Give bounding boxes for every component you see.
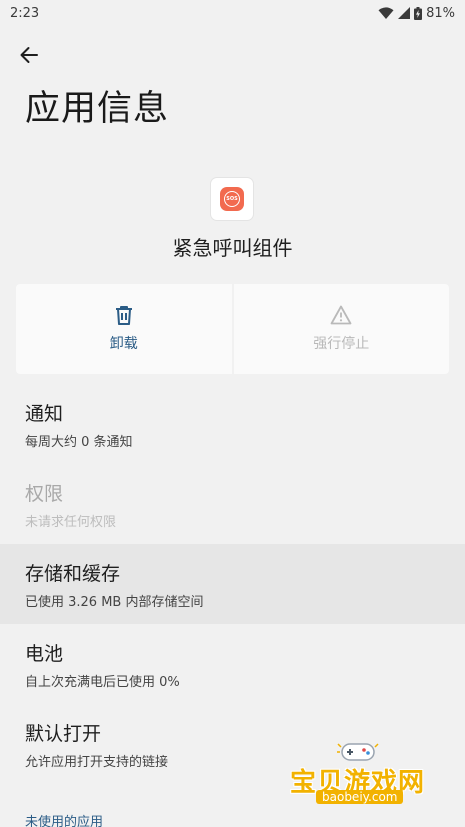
trash-icon: [115, 306, 132, 325]
force-stop-label: 强行停止: [313, 336, 370, 352]
arrow-left-icon: [20, 47, 38, 63]
force-stop-button[interactable]: 强行停止: [233, 284, 449, 374]
wifi-icon: [378, 6, 394, 19]
status-bar: 2:23 81%: [0, 0, 465, 26]
sos-icon: SOS: [220, 187, 244, 211]
status-time: 2:23: [10, 5, 40, 21]
app-icon: SOS: [211, 178, 253, 220]
item-subtitle: 已使用 3.26 MB 内部存储空间: [25, 594, 204, 610]
item-subtitle: 未请求任何权限: [25, 514, 117, 530]
app-icon-label: SOS: [224, 191, 240, 207]
item-title: 权限: [25, 482, 64, 505]
app-info-screen: 2:23 81% 应用信息 SOS 紧急呼叫组件 卸载 强行停止 通知 每周大约…: [0, 0, 465, 827]
item-subtitle: 自上次充满电后已使用 0%: [25, 674, 180, 690]
battery-charging-icon: [414, 6, 423, 20]
item-subtitle: 每周大约 0 条通知: [25, 434, 133, 450]
app-name: 紧急呼叫组件: [172, 236, 293, 260]
action-buttons: 卸载 强行停止: [16, 284, 449, 374]
unused-apps-header: 未使用的应用: [25, 815, 104, 827]
gamepad-icon: [337, 743, 379, 761]
cellular-signal-icon: [398, 7, 411, 19]
watermark-url: baobeiy.com: [316, 790, 404, 804]
watermark-logo: 宝贝游戏网 baobeiy.com: [284, 740, 444, 820]
item-title: 存储和缓存: [25, 562, 121, 585]
battery-percent: 81%: [426, 5, 455, 21]
storage-cache-item[interactable]: 存储和缓存 已使用 3.26 MB 内部存储空间: [0, 544, 465, 624]
permissions-item: 权限 未请求任何权限: [0, 464, 465, 544]
battery-item[interactable]: 电池 自上次充满电后已使用 0%: [0, 624, 465, 704]
item-title: 电池: [25, 642, 64, 665]
uninstall-button[interactable]: 卸载: [16, 284, 232, 374]
item-title: 通知: [25, 402, 64, 425]
warning-triangle-icon: [330, 305, 352, 325]
notifications-item[interactable]: 通知 每周大约 0 条通知: [0, 384, 465, 464]
page-title: 应用信息: [25, 89, 170, 129]
uninstall-label: 卸载: [109, 336, 138, 352]
back-button[interactable]: [12, 38, 46, 72]
status-icons: 81%: [378, 6, 455, 21]
